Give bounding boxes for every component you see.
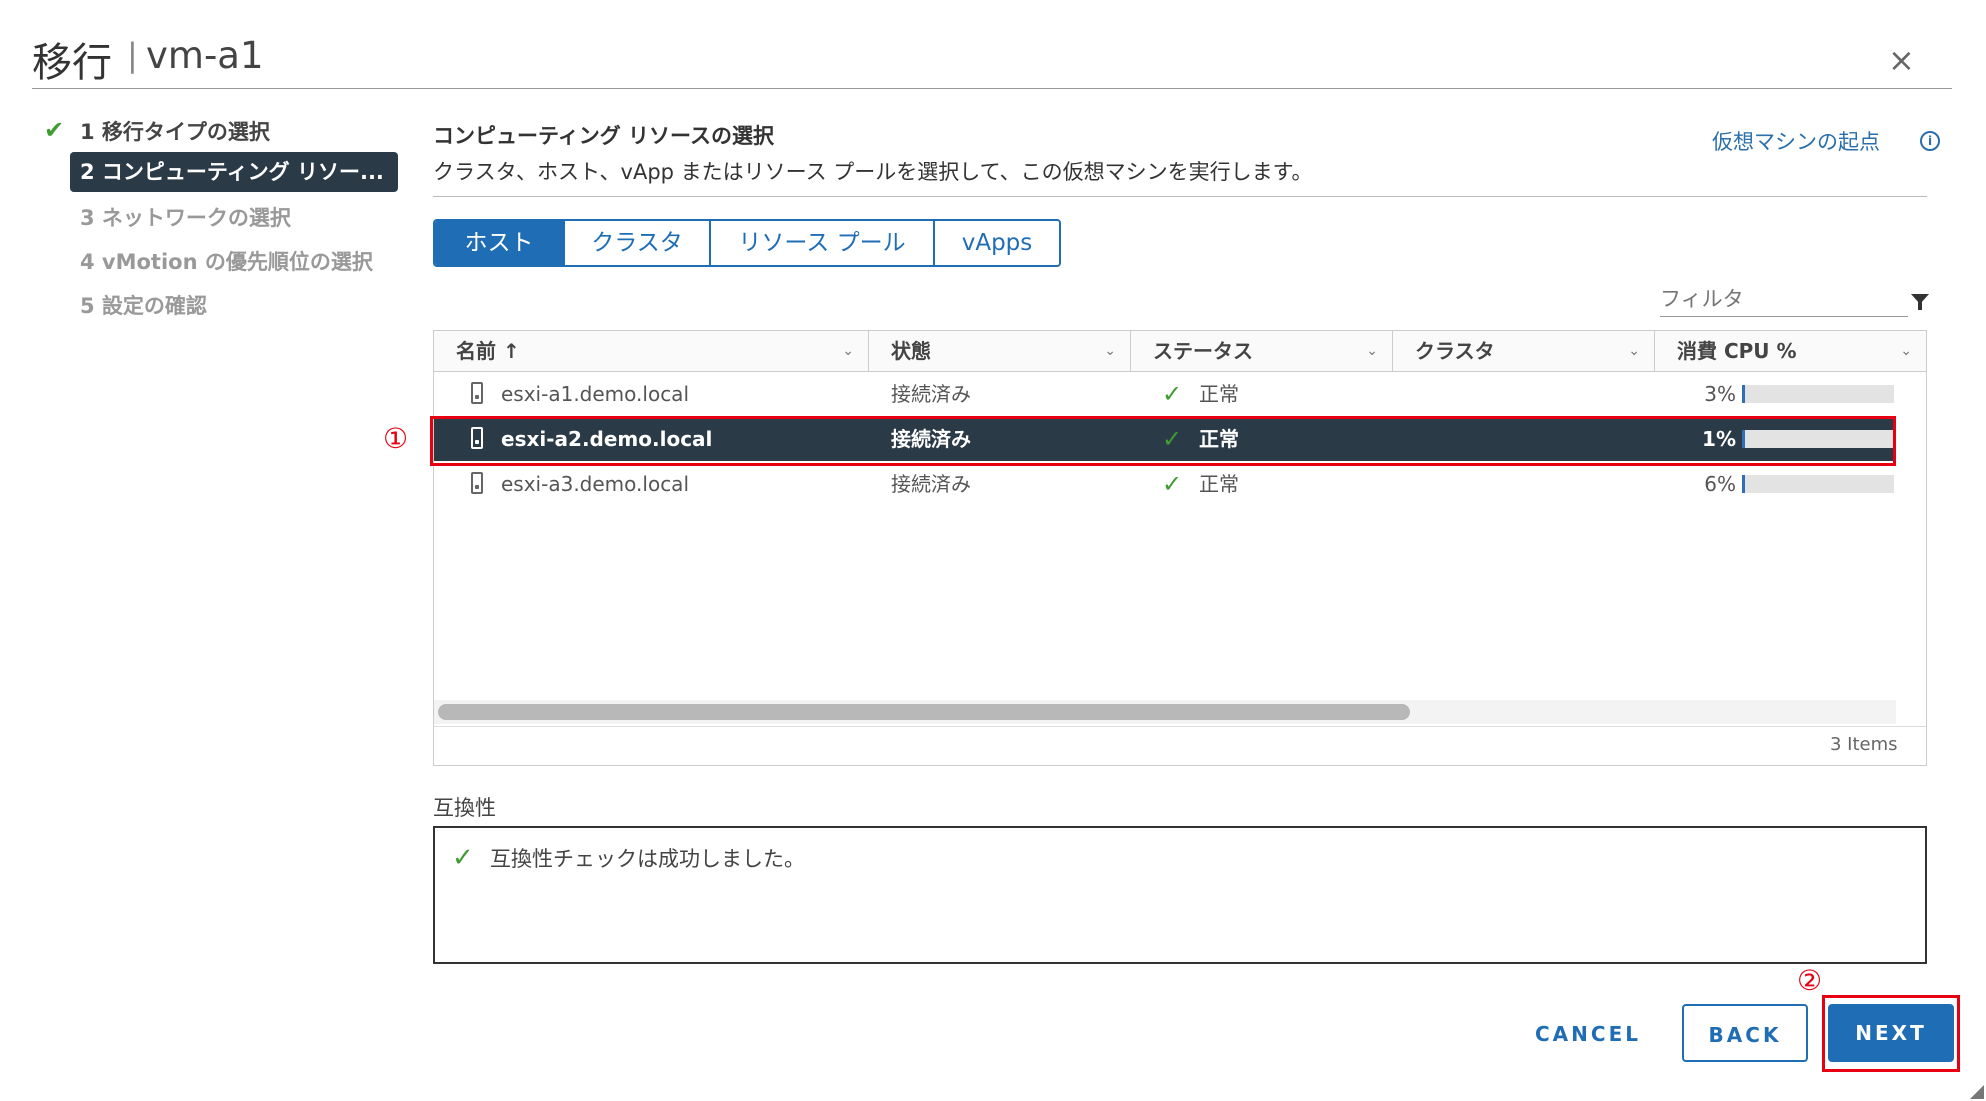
annotation-marker-2: ② bbox=[1797, 964, 1823, 997]
next-button[interactable]: NEXT bbox=[1828, 1004, 1954, 1062]
filter-input[interactable] bbox=[1660, 282, 1908, 317]
scrollbar-thumb[interactable] bbox=[438, 704, 1410, 720]
chevron-down-icon[interactable]: ⌄ bbox=[1104, 331, 1116, 371]
content-description: クラスタ、ホスト、vApp またはリソース プールを選択して、この仮想マシンを実… bbox=[433, 160, 1313, 184]
items-count: 3 Items bbox=[1830, 734, 1898, 755]
column-header-status[interactable]: ステータス ⌄ bbox=[1131, 331, 1393, 371]
table-row[interactable]: esxi-a1.demo.local 接続済み ✓ 正常 3% bbox=[434, 372, 1896, 416]
table-row[interactable]: esxi-a3.demo.local 接続済み ✓ 正常 6% bbox=[434, 462, 1896, 506]
step-2-compute-resource[interactable]: 2 コンピューティング リソー... bbox=[70, 152, 398, 192]
compatibility-label: 互換性 bbox=[433, 796, 496, 820]
host-state: 接続済み bbox=[891, 472, 971, 496]
step-3-network: 3 ネットワークの選択 bbox=[80, 206, 291, 230]
host-server-icon bbox=[471, 472, 483, 494]
column-header-cpu-label: 消費 CPU % bbox=[1677, 339, 1797, 363]
host-state: 接続済み bbox=[891, 427, 971, 451]
grid-header: 名前 ↑ ⌄ 状態 ⌄ ステータス ⌄ クラスタ ⌄ 消費 CPU % ⌄ bbox=[434, 331, 1926, 372]
resource-type-tabs: ホスト クラスタ リソース プール vApps bbox=[433, 219, 1061, 267]
tab-vapps[interactable]: vApps bbox=[935, 221, 1059, 265]
dialog-title: 移行 bbox=[32, 40, 112, 86]
back-button[interactable]: BACK bbox=[1682, 1004, 1808, 1062]
cpu-usage-bar bbox=[1742, 430, 1894, 448]
chevron-down-icon[interactable]: ⌄ bbox=[1628, 331, 1640, 371]
check-icon: ✓ bbox=[1162, 425, 1183, 453]
column-header-cluster[interactable]: クラスタ ⌄ bbox=[1393, 331, 1655, 371]
cpu-usage-bar bbox=[1742, 475, 1894, 493]
step-1-migration-type[interactable]: 1 移行タイプの選択 bbox=[80, 116, 270, 146]
dialog-vm-name: vm-a1 bbox=[146, 34, 264, 77]
host-name: esxi-a1.demo.local bbox=[501, 382, 689, 406]
title-separator: | bbox=[127, 36, 138, 74]
tab-clusters[interactable]: クラスタ bbox=[565, 221, 711, 265]
column-header-name-label: 名前 ↑ bbox=[456, 339, 520, 363]
header-divider bbox=[32, 88, 1952, 89]
compatibility-message: 互換性チェックは成功しました。 bbox=[490, 847, 805, 871]
chevron-down-icon[interactable]: ⌄ bbox=[842, 331, 854, 371]
grid-footer-divider bbox=[434, 726, 1926, 727]
column-header-cluster-label: クラスタ bbox=[1415, 339, 1495, 363]
host-server-icon bbox=[471, 427, 483, 449]
tab-resource-pools[interactable]: リソース プール bbox=[711, 221, 935, 265]
host-state: 接続済み bbox=[891, 382, 971, 406]
chevron-down-icon[interactable]: ⌄ bbox=[1366, 331, 1378, 371]
column-header-state[interactable]: 状態 ⌄ bbox=[869, 331, 1131, 371]
host-name: esxi-a2.demo.local bbox=[501, 427, 713, 451]
host-cpu-percent: 3% bbox=[1704, 382, 1736, 406]
check-icon: ✓ bbox=[1162, 380, 1183, 408]
host-cpu-percent: 6% bbox=[1704, 472, 1736, 496]
host-name: esxi-a3.demo.local bbox=[501, 472, 689, 496]
content-title: コンピューティング リソースの選択 bbox=[433, 124, 774, 148]
step-done-check-icon: ✔ bbox=[44, 116, 65, 144]
step-5-review: 5 設定の確認 bbox=[80, 294, 207, 318]
cpu-usage-fill bbox=[1742, 385, 1745, 403]
host-status: 正常 bbox=[1199, 427, 1239, 451]
annotation-marker-1: ① bbox=[383, 422, 409, 455]
tab-hosts[interactable]: ホスト bbox=[435, 221, 565, 265]
filter-icon-stem bbox=[1918, 301, 1922, 310]
vm-origin-link[interactable]: 仮想マシンの起点 bbox=[1712, 126, 1880, 156]
host-server-icon bbox=[471, 382, 483, 404]
cpu-usage-bar bbox=[1742, 385, 1894, 403]
host-cpu-percent: 1% bbox=[1702, 427, 1736, 451]
cpu-usage-fill bbox=[1742, 430, 1745, 448]
column-header-name[interactable]: 名前 ↑ ⌄ bbox=[434, 331, 869, 371]
check-icon: ✓ bbox=[452, 843, 474, 873]
table-row-selected[interactable]: esxi-a2.demo.local 接続済み ✓ 正常 1% bbox=[434, 417, 1896, 461]
info-icon[interactable]: i bbox=[1920, 131, 1940, 151]
cancel-button[interactable]: CANCEL bbox=[1518, 1005, 1658, 1063]
column-header-cpu[interactable]: 消費 CPU % ⌄ bbox=[1655, 331, 1926, 371]
host-status: 正常 bbox=[1199, 382, 1239, 406]
content-divider bbox=[433, 196, 1927, 197]
close-icon[interactable]: × bbox=[1888, 44, 1915, 76]
host-status: 正常 bbox=[1199, 472, 1239, 496]
step-4-vmotion-priority: 4 vMotion の優先順位の選択 bbox=[80, 250, 373, 274]
check-icon: ✓ bbox=[1162, 470, 1183, 498]
chevron-down-icon[interactable]: ⌄ bbox=[1900, 331, 1912, 371]
cpu-usage-fill bbox=[1742, 475, 1745, 493]
column-header-status-label: ステータス bbox=[1153, 339, 1253, 363]
resize-handle-icon[interactable] bbox=[1970, 1085, 1984, 1099]
column-header-state-label: 状態 bbox=[891, 339, 931, 363]
